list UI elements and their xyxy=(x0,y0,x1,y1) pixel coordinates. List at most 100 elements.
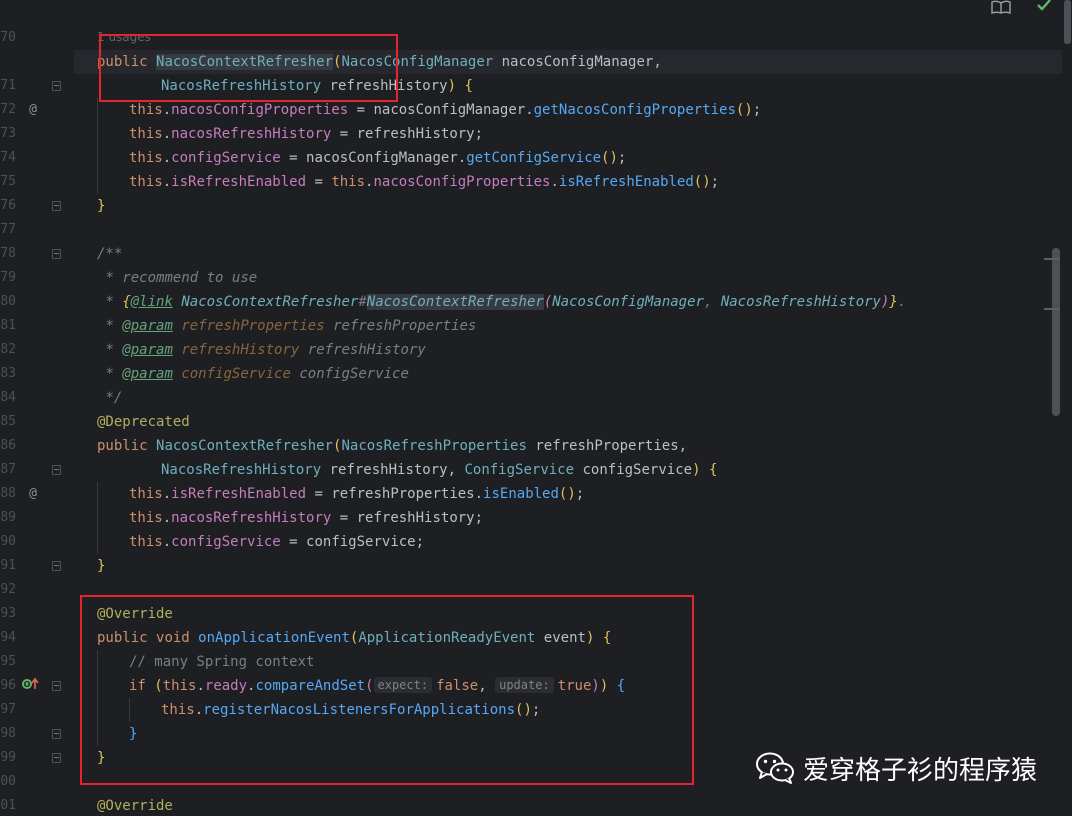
doc-comment: /** xyxy=(97,246,123,262)
type-ref: NacosConfigManager xyxy=(552,294,704,310)
field: isRefreshEnabled xyxy=(171,174,307,190)
annotation: @Deprecated xyxy=(97,414,190,430)
field: nacosRefreshHistory xyxy=(171,126,332,142)
keyword: this xyxy=(331,174,366,190)
code-line[interactable]: 77 } xyxy=(0,194,1072,237)
method-call: getNacosConfigProperties xyxy=(533,102,736,118)
doc-star: * xyxy=(105,318,114,334)
var: refreshHistory xyxy=(356,126,475,142)
doc-link-class: NacosContextRefresher xyxy=(181,294,359,310)
method-call: isRefreshEnabled xyxy=(558,174,694,190)
doc-text: recommend to use xyxy=(122,270,258,286)
fold-marker[interactable] xyxy=(52,729,61,739)
method-call: getConfigService xyxy=(466,150,602,166)
field: nacosConfigProperties xyxy=(171,102,349,118)
fold-marker[interactable] xyxy=(52,81,61,91)
code-line[interactable]: 81 * {@link NacosContextRefresher#NacosC… xyxy=(0,290,1072,333)
var: nacosConfigManager xyxy=(306,150,458,166)
scrollbar-track[interactable] xyxy=(1062,0,1072,816)
fold-marker[interactable] xyxy=(52,753,61,763)
var: refreshProperties xyxy=(331,486,475,502)
code-line[interactable]: 82 * @param refreshProperties refreshPro… xyxy=(0,314,1072,357)
minimap-scroll-thumb[interactable] xyxy=(1052,248,1060,416)
method-call: isEnabled xyxy=(483,486,559,502)
doc-text: refreshProperties xyxy=(333,318,477,334)
type-ref: NacosRefreshProperties xyxy=(341,438,527,454)
annotation: @Override xyxy=(97,798,173,814)
code-line[interactable]: 83 * @param refreshHistory refreshHistor… xyxy=(0,338,1072,381)
check-icon[interactable] xyxy=(1035,0,1053,16)
type-ref: NacosRefreshHistory xyxy=(720,294,881,310)
field: nacosConfigProperties xyxy=(373,174,551,190)
highlight-box-constructor xyxy=(99,34,398,102)
keyword: this xyxy=(129,534,163,550)
keyword: this xyxy=(129,150,163,166)
code-line[interactable]: 91 this.configService = configService; xyxy=(0,530,1072,573)
doc-comment-end: */ xyxy=(105,390,123,406)
doc-tag: @link xyxy=(130,294,173,310)
code-line[interactable]: 02 @Override xyxy=(0,794,1072,816)
code-line[interactable]: 90 this.nacosRefreshHistory = refreshHis… xyxy=(0,506,1072,549)
code-line[interactable]: 70 xyxy=(0,2,1072,45)
param: refreshProperties xyxy=(535,438,679,454)
code-line[interactable]: 89 this.isRefreshEnabled = refreshProper… xyxy=(0,482,1072,525)
doc-star: * xyxy=(105,270,114,286)
watermark-text: 爱穿格子衫的程序猿 xyxy=(803,755,1038,786)
code-line[interactable]: 78 xyxy=(0,218,1072,261)
fold-marker[interactable] xyxy=(52,465,61,475)
doc-star: * xyxy=(105,366,114,382)
type-ref: ConfigService xyxy=(464,462,575,478)
var: configService xyxy=(306,534,416,550)
fold-marker[interactable] xyxy=(52,249,61,259)
param: configService xyxy=(582,462,693,478)
var: refreshHistory xyxy=(356,510,475,526)
keyword: this xyxy=(129,126,163,142)
doc-param-name: refreshProperties xyxy=(181,318,325,334)
code-line[interactable]: 92 } xyxy=(0,554,1072,597)
error-stripe-mark[interactable] xyxy=(1044,308,1060,310)
fold-marker[interactable] xyxy=(52,201,61,211)
code-line[interactable]: 85 */ xyxy=(0,386,1072,429)
keyword: this xyxy=(129,510,163,526)
param: refreshHistory xyxy=(329,462,448,478)
doc-text: refreshHistory xyxy=(307,342,426,358)
highlight-box-on-application-event xyxy=(80,595,694,785)
doc-param-name: refreshHistory xyxy=(181,342,300,358)
field: nacosRefreshHistory xyxy=(171,510,332,526)
keyword: public xyxy=(97,438,148,454)
code-line[interactable]: 86 @Deprecated xyxy=(0,410,1072,453)
code-line[interactable]: 75 this.configService = nacosConfigManag… xyxy=(0,146,1072,189)
doc-tag: @param xyxy=(122,366,173,382)
code-line[interactable]: 79 /** xyxy=(0,242,1072,285)
code-line[interactable]: 87 @ public NacosContextRefresher(NacosR… xyxy=(0,434,1072,501)
var: nacosConfigManager xyxy=(373,102,526,118)
wechat-icon xyxy=(756,752,794,784)
doc-param-name: configService xyxy=(181,366,291,382)
type-ref: NacosRefreshHistory xyxy=(161,462,322,478)
code-line[interactable]: 76 this.isRefreshEnabled = this.nacosCon… xyxy=(0,170,1072,213)
fold-marker[interactable] xyxy=(52,561,61,571)
doc-star: * xyxy=(105,342,114,358)
code-line[interactable]: 74 this.nacosRefreshHistory = refreshHis… xyxy=(0,122,1072,165)
keyword: this xyxy=(129,486,163,502)
field: isRefreshEnabled xyxy=(171,486,307,502)
constructor-name: NacosContextRefresher xyxy=(156,438,334,454)
param: nacosConfigManager xyxy=(501,54,654,70)
doc-link-member: NacosContextRefresher xyxy=(366,294,544,310)
scrollbar-thumb[interactable] xyxy=(1064,0,1071,44)
doc-tag: @param xyxy=(122,318,173,334)
doc-tag: @param xyxy=(122,342,173,358)
code-line[interactable]: 80 * recommend to use xyxy=(0,266,1072,309)
code-line[interactable]: 84 * @param configService configService xyxy=(0,362,1072,405)
keyword: this xyxy=(129,102,163,118)
field: configService xyxy=(171,534,281,550)
fold-marker[interactable] xyxy=(52,681,61,691)
doc-text: configService xyxy=(299,366,409,382)
code-line[interactable]: 88 NacosRefreshHistory refreshHistory, C… xyxy=(0,458,1072,501)
watermark: 爱穿格子衫的程序猿 xyxy=(755,748,1037,788)
book-open-icon[interactable] xyxy=(990,0,1012,16)
error-stripe-mark[interactable] xyxy=(1044,258,1060,260)
keyword: this xyxy=(129,174,163,190)
field: configService xyxy=(171,150,281,166)
doc-star: * xyxy=(105,294,114,310)
